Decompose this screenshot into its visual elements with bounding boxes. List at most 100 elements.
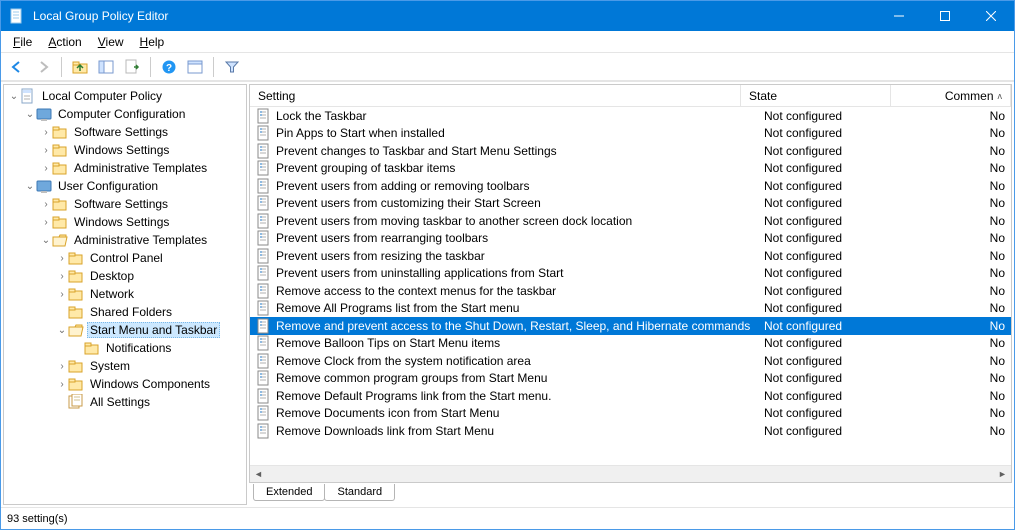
list-item[interactable]: Remove access to the context menus for t… (250, 282, 1011, 300)
policy-name: Remove Clock from the system notificatio… (276, 354, 531, 368)
chevron-right-icon[interactable]: › (56, 379, 68, 390)
tree-label: Desktop (87, 268, 137, 284)
list-item[interactable]: Prevent users from rearranging toolbarsN… (250, 230, 1011, 248)
policy-icon (256, 248, 272, 264)
list-item[interactable]: Prevent users from customizing their Sta… (250, 195, 1011, 213)
up-button[interactable] (68, 55, 92, 79)
policy-icon (256, 423, 272, 439)
chevron-right-icon[interactable]: › (56, 253, 68, 264)
maximize-button[interactable] (922, 1, 968, 31)
policy-state: Not configured (756, 389, 906, 403)
tree-item-shared[interactable]: Shared Folders (4, 303, 246, 321)
horizontal-scrollbar[interactable]: ◄ ► (250, 465, 1011, 482)
policy-state: Not configured (756, 161, 906, 175)
policy-name: Prevent users from adding or removing to… (276, 179, 529, 193)
chevron-right-icon[interactable]: › (40, 217, 52, 228)
chevron-right-icon[interactable]: › (56, 271, 68, 282)
nav-tree[interactable]: ⌄Local Computer Policy⌄Computer Configur… (3, 84, 247, 505)
list-item[interactable]: Prevent grouping of taskbar itemsNot con… (250, 160, 1011, 178)
policy-state: Not configured (756, 144, 906, 158)
policy-state: Not configured (756, 179, 906, 193)
list-item[interactable]: Remove Documents icon from Start MenuNot… (250, 405, 1011, 423)
chevron-right-icon[interactable]: › (40, 163, 52, 174)
list-item[interactable]: Prevent users from moving taskbar to ano… (250, 212, 1011, 230)
window-title: Local Group Policy Editor (33, 9, 876, 23)
list-item[interactable]: Remove Downloads link from Start MenuNot… (250, 422, 1011, 440)
export-list-button[interactable] (120, 55, 144, 79)
chevron-down-icon[interactable]: ⌄ (8, 91, 20, 102)
chevron-right-icon[interactable]: › (40, 127, 52, 138)
tree-item-user_admin[interactable]: ⌄Administrative Templates (4, 231, 246, 249)
list-item[interactable]: Prevent users from uninstalling applicat… (250, 265, 1011, 283)
menu-help[interactable]: Help (132, 33, 173, 51)
chevron-down-icon[interactable]: ⌄ (24, 109, 36, 120)
tree-label: System (87, 358, 133, 374)
close-button[interactable] (968, 1, 1014, 31)
list-item[interactable]: Lock the TaskbarNot configuredNo (250, 107, 1011, 125)
chevron-down-icon[interactable]: ⌄ (56, 325, 68, 336)
tree-item-comp_win[interactable]: ›Windows Settings (4, 141, 246, 159)
tree-item-startmenu[interactable]: ⌄Start Menu and Taskbar (4, 321, 246, 339)
minimize-button[interactable] (876, 1, 922, 31)
tree-item-user_win[interactable]: ›Windows Settings (4, 213, 246, 231)
tree-item-network[interactable]: ›Network (4, 285, 246, 303)
list-item[interactable]: Prevent users from resizing the taskbarN… (250, 247, 1011, 265)
tree-item-comp_admin[interactable]: ›Administrative Templates (4, 159, 246, 177)
menu-file[interactable]: Filedocument.currentScript.previousEleme… (5, 33, 40, 51)
menu-action[interactable]: Action (40, 33, 89, 51)
show-hide-tree-button[interactable] (94, 55, 118, 79)
chevron-right-icon[interactable]: › (40, 199, 52, 210)
chevron-right-icon[interactable]: › (40, 145, 52, 156)
policy-state: Not configured (756, 109, 906, 123)
policy-comment: No (906, 179, 1011, 193)
policy-name: Prevent users from customizing their Sta… (276, 196, 541, 210)
list-item[interactable]: Remove Clock from the system notificatio… (250, 352, 1011, 370)
tree-item-root[interactable]: ⌄Local Computer Policy (4, 87, 246, 105)
policy-name: Prevent users from resizing the taskbar (276, 249, 485, 263)
back-button[interactable] (5, 55, 29, 79)
list-item[interactable]: Remove and prevent access to the Shut Do… (250, 317, 1011, 335)
list-item[interactable]: Remove Default Programs link from the St… (250, 387, 1011, 405)
tree-item-user_conf[interactable]: ⌄ User Configuration (4, 177, 246, 195)
chevron-right-icon[interactable]: › (56, 361, 68, 372)
chevron-down-icon[interactable]: ⌄ (40, 235, 52, 246)
list-item[interactable]: Prevent users from adding or removing to… (250, 177, 1011, 195)
list-item[interactable]: Prevent changes to Taskbar and Start Men… (250, 142, 1011, 160)
scroll-left-icon[interactable]: ◄ (250, 466, 267, 483)
col-comment[interactable]: Commenʌ (891, 85, 1011, 106)
tab-extended[interactable]: Extended (253, 484, 325, 501)
chevron-down-icon[interactable]: ⌄ (24, 181, 36, 192)
tree-item-user_soft[interactable]: ›Software Settings (4, 195, 246, 213)
help-button[interactable]: ? (157, 55, 181, 79)
list-item[interactable]: Remove All Programs list from the Start … (250, 300, 1011, 318)
tree-item-system[interactable]: › System (4, 357, 246, 375)
list-item[interactable]: Remove common program groups from Start … (250, 370, 1011, 388)
policy-icon (256, 300, 272, 316)
policy-state: Not configured (756, 196, 906, 210)
tree-label: User Configuration (55, 178, 161, 194)
menu-view[interactable]: View (90, 33, 132, 51)
svg-text:?: ? (166, 63, 172, 74)
tree-item-comp_soft[interactable]: ›Software Settings (4, 123, 246, 141)
policy-list[interactable]: Lock the TaskbarNot configuredNoPin Apps… (250, 107, 1011, 465)
tree-item-desktop[interactable]: › Desktop (4, 267, 246, 285)
policy-comment: No (906, 406, 1011, 420)
col-setting[interactable]: Setting (250, 85, 741, 106)
tab-standard[interactable]: Standard (324, 484, 395, 501)
list-item[interactable]: Remove Balloon Tips on Start Menu itemsN… (250, 335, 1011, 353)
scroll-right-icon[interactable]: ► (994, 466, 1011, 483)
list-item[interactable]: Pin Apps to Start when installedNot conf… (250, 125, 1011, 143)
properties-button[interactable] (183, 55, 207, 79)
col-state[interactable]: State (741, 85, 891, 106)
tree-item-cp[interactable]: ›Control Panel (4, 249, 246, 267)
forward-button[interactable] (31, 55, 55, 79)
tree-item-comp_conf[interactable]: ⌄Computer Configuration (4, 105, 246, 123)
chevron-right-icon[interactable]: › (56, 289, 68, 300)
tree-item-notifications[interactable]: Notifications (4, 339, 246, 357)
policy-icon (256, 353, 272, 369)
filter-button[interactable] (220, 55, 244, 79)
tree-label: Windows Components (87, 376, 213, 392)
policy-icon (256, 370, 272, 386)
tree-item-allsettings[interactable]: All Settings (4, 393, 246, 411)
tree-item-wincomp[interactable]: › Windows Components (4, 375, 246, 393)
